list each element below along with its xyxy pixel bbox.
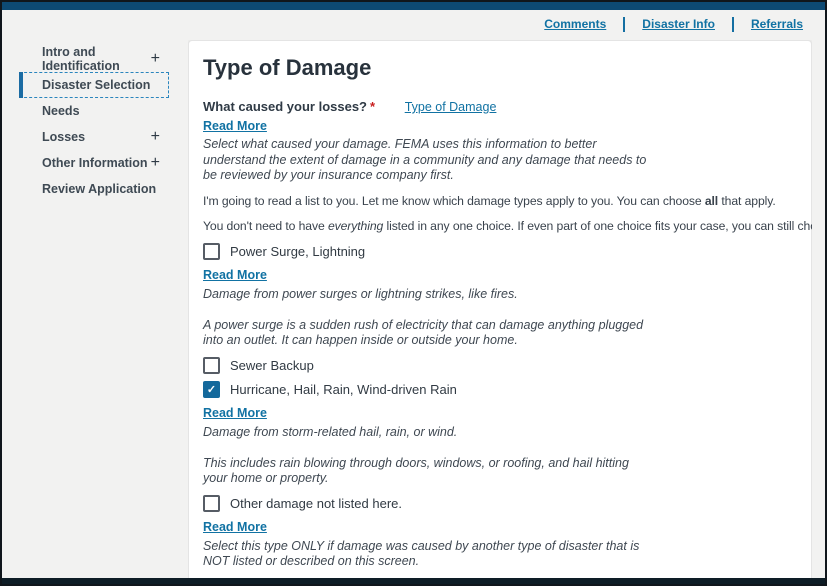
checkbox-power-surge[interactable] <box>203 243 220 260</box>
read-more-link[interactable]: Read More <box>203 520 267 534</box>
app-window: Comments Disaster Info Referrals Intro a… <box>0 0 827 586</box>
paragraph-text: that apply. <box>718 194 776 208</box>
sidebar-item-label: Other Information <box>42 156 148 170</box>
page-title: Type of Damage <box>203 55 797 81</box>
sidebar-item-review-application[interactable]: Review Application <box>19 176 169 202</box>
option-description: Damage from storm-related hail, rain, or… <box>203 425 797 487</box>
read-more-link[interactable]: Read More <box>203 268 267 282</box>
sidebar-item-label: Needs <box>42 104 80 118</box>
checkbox-sewer-backup[interactable] <box>203 357 220 374</box>
active-indicator-bar <box>19 72 23 98</box>
question-label: What caused your losses? <box>203 99 367 114</box>
paragraph-text: I'm going to read a list to you. Let me … <box>203 194 705 208</box>
read-more-link[interactable]: Read More <box>203 406 267 420</box>
intro-paragraph-2: You don't need to have everything listed… <box>203 218 797 234</box>
sidebar-item-label: Intro and Identification <box>42 45 151 73</box>
sidebar-item-other-information[interactable]: Other Information + <box>19 150 169 176</box>
checkbox-row[interactable]: ✓ Hurricane, Hail, Rain, Wind-driven Rai… <box>203 381 797 398</box>
checkbox-option-other-damage: Other damage not listed here. Read More … <box>203 495 797 570</box>
nav-separator <box>623 17 625 32</box>
checkbox-label: Power Surge, Lightning <box>230 244 365 259</box>
checkbox-row[interactable]: Sewer Backup <box>203 357 797 374</box>
sidebar-item-label: Losses <box>42 130 85 144</box>
top-navy-bar <box>2 2 825 10</box>
paragraph-bold-word: all <box>705 194 718 208</box>
sidebar-item-losses[interactable]: Losses + <box>19 124 169 150</box>
main-column: Type of Damage What caused your losses?*… <box>188 40 812 578</box>
plus-icon[interactable]: + <box>151 129 160 145</box>
question-row: What caused your losses?* Type of Damage <box>203 99 797 114</box>
checkbox-option-sewer-backup: Sewer Backup <box>203 357 797 374</box>
paragraph-italic-word: everything <box>328 219 383 233</box>
sidebar-item-label: Disaster Selection <box>42 78 150 92</box>
checkbox-label: Sewer Backup <box>230 358 314 373</box>
checkbox-hurricane[interactable]: ✓ <box>203 381 220 398</box>
checkbox-other-damage[interactable] <box>203 495 220 512</box>
required-asterisk: * <box>370 99 375 114</box>
sidebar-item-needs[interactable]: Needs <box>19 98 169 124</box>
plus-icon[interactable]: + <box>151 155 160 171</box>
paragraph-text: You don't need to have <box>203 219 328 233</box>
intro-paragraph-1: I'm going to read a list to you. Let me … <box>203 193 797 209</box>
checkbox-label: Other damage not listed here. <box>230 496 402 511</box>
plus-icon[interactable]: + <box>151 51 160 67</box>
nav-separator <box>732 17 734 32</box>
checkbox-option-hurricane: ✓ Hurricane, Hail, Rain, Wind-driven Rai… <box>203 381 797 487</box>
checkbox-option-power-surge: Power Surge, Lightning Read More Damage … <box>203 243 797 349</box>
read-more-link[interactable]: Read More <box>203 119 267 133</box>
paragraph-text: listed in any one choice. If even part o… <box>383 219 812 233</box>
sidebar-nav: Intro and Identification + Disaster Sele… <box>2 38 188 578</box>
sidebar-item-disaster-selection[interactable]: Disaster Selection <box>19 72 169 98</box>
nav-link-disaster-info[interactable]: Disaster Info <box>642 17 715 31</box>
header-nav: Comments Disaster Info Referrals <box>2 10 825 38</box>
option-description: Select this type ONLY if damage was caus… <box>203 539 797 570</box>
content-panel: Type of Damage What caused your losses?*… <box>188 40 812 578</box>
sidebar-item-intro-and-identification[interactable]: Intro and Identification + <box>19 46 169 72</box>
checkbox-row[interactable]: Power Surge, Lightning <box>203 243 797 260</box>
body-row: Intro and Identification + Disaster Sele… <box>2 38 825 578</box>
bottom-dark-bar <box>2 578 825 584</box>
nav-link-comments[interactable]: Comments <box>544 17 606 31</box>
type-of-damage-link[interactable]: Type of Damage <box>405 100 497 114</box>
checkbox-label: Hurricane, Hail, Rain, Wind-driven Rain <box>230 382 457 397</box>
option-description: Damage from power surges or lightning st… <box>203 287 797 349</box>
sidebar-item-label: Review Application <box>42 182 156 196</box>
question-help-text: Select what caused your damage. FEMA use… <box>203 137 797 184</box>
checkbox-row[interactable]: Other damage not listed here. <box>203 495 797 512</box>
nav-link-referrals[interactable]: Referrals <box>751 17 803 31</box>
